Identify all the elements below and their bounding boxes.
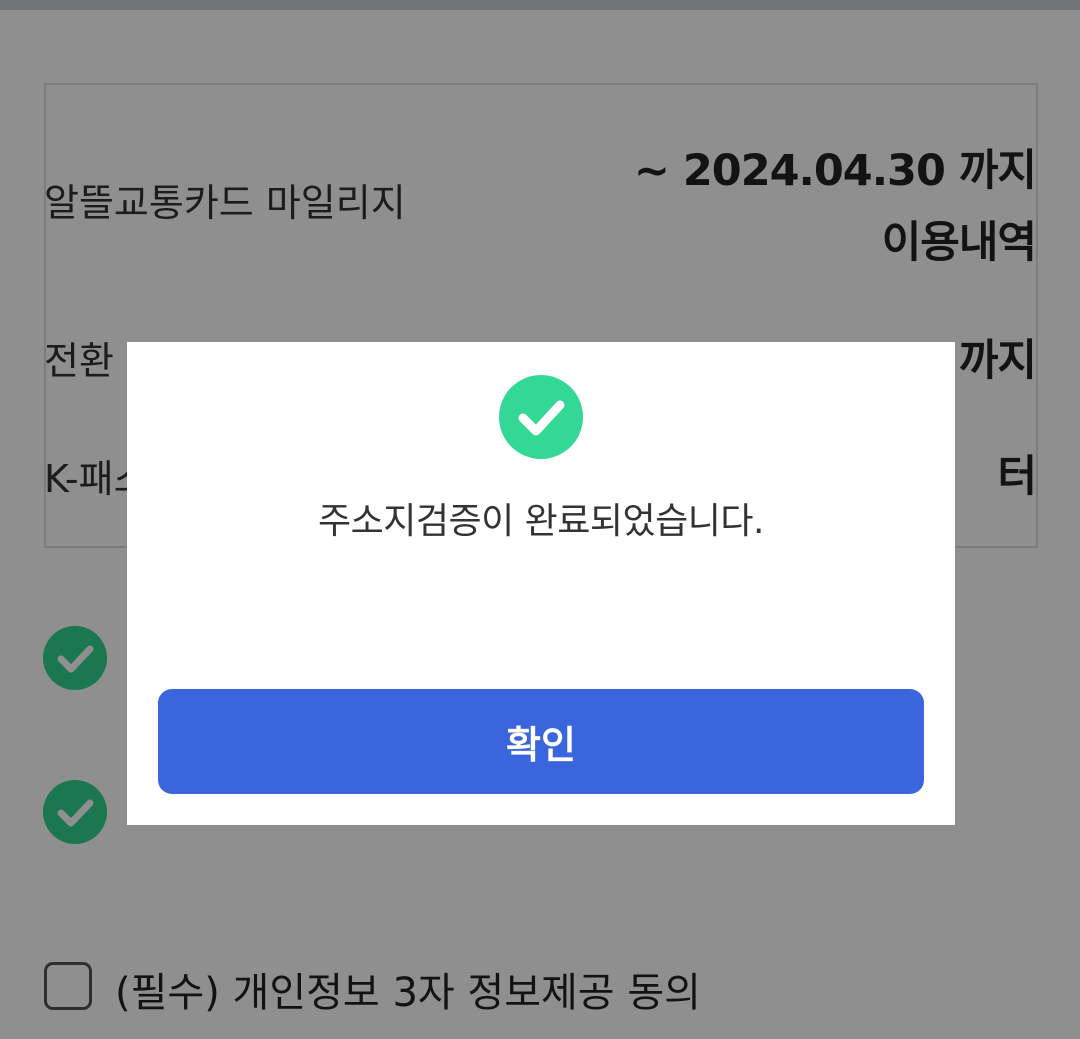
check-circle-icon — [499, 375, 583, 459]
dialog-message: 주소지검증이 완료되었습니다. — [318, 501, 764, 542]
confirmation-dialog: 주소지검증이 완료되었습니다. 확인 — [127, 342, 955, 825]
confirm-button[interactable]: 확인 — [158, 689, 924, 794]
